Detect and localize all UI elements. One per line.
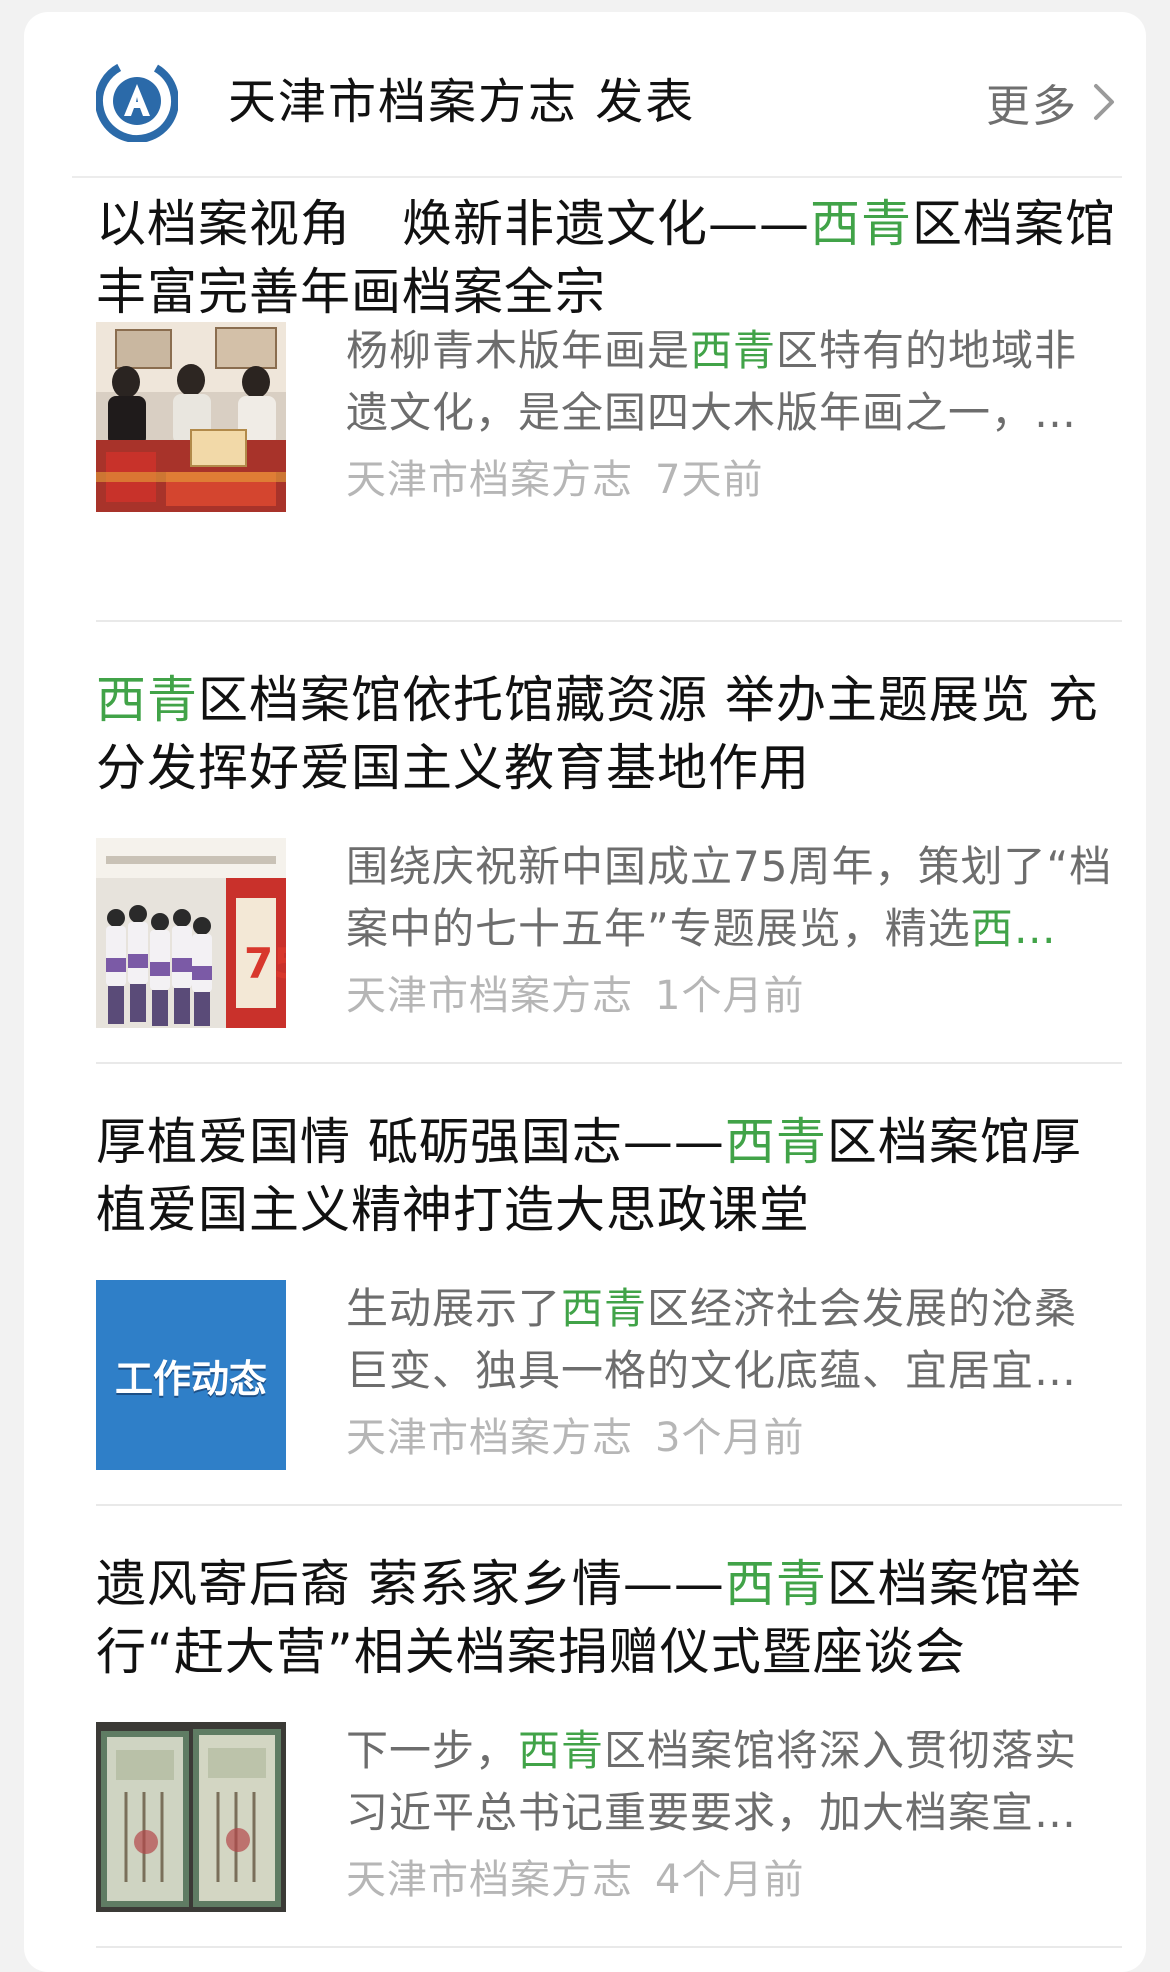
article-title: 厚植爱国情 砥砺强国志——西青区档案馆厚植爱国主义精神打造大思政课堂 <box>96 1113 1082 1239</box>
divider <box>96 620 1122 622</box>
chevron-right-icon <box>1094 84 1114 120</box>
article-meta: 天津市档案方志 1个月前 <box>346 968 804 1024</box>
article-time: 7天前 <box>655 457 764 503</box>
article-summary: 杨柳青木版年画是西青区特有的地域非遗文化，是全国四大木版年画之一，… <box>346 326 1078 437</box>
photo-students-exhibition-image: 75 <box>96 838 286 1028</box>
svg-text:75: 75 <box>244 939 286 988</box>
article-meta: 天津市档案方志 4个月前 <box>346 1852 804 1908</box>
more-button[interactable]: 更多 <box>986 70 1122 134</box>
article-item[interactable]: 遗风寄后裔 萦系家乡情——西青区档案馆举行“赶大营”相关档案捐赠仪式暨座谈会 下… <box>72 1550 1122 1912</box>
article-source: 天津市档案方志 <box>346 1857 633 1903</box>
article-source: 天津市档案方志 <box>346 457 633 503</box>
article-title: 以档案视角 焕新非遗文化——西青区档案馆丰富完善年画档案全宗 <box>96 195 1116 321</box>
article-meta: 天津市档案方志 3个月前 <box>346 1410 804 1466</box>
article-summary: 下一步，西青区档案馆将深入贯彻落实习近平总书记重要要求，加大档案宣… <box>346 1726 1078 1837</box>
divider <box>96 1946 1122 1948</box>
article-source: 天津市档案方志 <box>346 1415 633 1461</box>
article-time: 1个月前 <box>655 973 805 1019</box>
article-thumbnail: 工作动态 <box>96 1280 286 1470</box>
more-label: 更多 <box>986 81 1078 132</box>
article-summary: 生动展示了西青区经济社会发展的沧桑巨变、独具一格的文化底蕴、宜居宜… <box>346 1284 1078 1395</box>
photo-old-documents-image <box>96 1722 286 1912</box>
article-item[interactable]: 厚植爱国情 砥砺强国志——西青区档案馆厚植爱国主义精神打造大思政课堂 工作动态 … <box>72 1108 1122 1470</box>
article-summary: 围绕庆祝新中国成立75周年，策划了“档案中的七十五年”专题展览，精选西… <box>346 842 1113 953</box>
article-item[interactable]: 以档案视角 焕新非遗文化——西青区档案馆丰富完善年画档案全宗 杨柳青木版年画是西… <box>72 180 1122 520</box>
article-title: 遗风寄后裔 萦系家乡情——西青区档案馆举行“赶大营”相关档案捐赠仪式暨座谈会 <box>96 1555 1082 1681</box>
article-title: 西青区档案馆依托馆藏资源 举办主题展览 充分发挥好爱国主义教育基地作用 <box>96 671 1099 797</box>
article-time: 3个月前 <box>655 1415 805 1461</box>
photo-people-signing-image <box>96 322 286 512</box>
article-time: 4个月前 <box>655 1857 805 1903</box>
divider <box>96 1062 1122 1064</box>
article-thumbnail <box>96 322 286 512</box>
article-meta: 天津市档案方志 7天前 <box>346 452 763 508</box>
article-thumbnail: 75 <box>96 838 286 1028</box>
account-card: 天津市档案方志 发表 更多 以档案视角 焕新非遗文化——西青区档案馆丰富完善年画… <box>24 12 1146 1972</box>
card-header: 天津市档案方志 发表 更多 <box>72 12 1122 178</box>
cover-text: 工作动态 <box>114 1356 267 1401</box>
divider <box>96 1504 1122 1506</box>
article-item[interactable]: 西青区档案馆依托馆藏资源 举办主题展览 充分发挥好爱国主义教育基地作用 75 <box>72 666 1122 1028</box>
article-thumbnail <box>96 1722 286 1912</box>
article-source: 天津市档案方志 <box>346 973 633 1019</box>
header-title: 天津市档案方志 发表 <box>228 74 696 130</box>
archive-logo-icon <box>96 60 178 142</box>
